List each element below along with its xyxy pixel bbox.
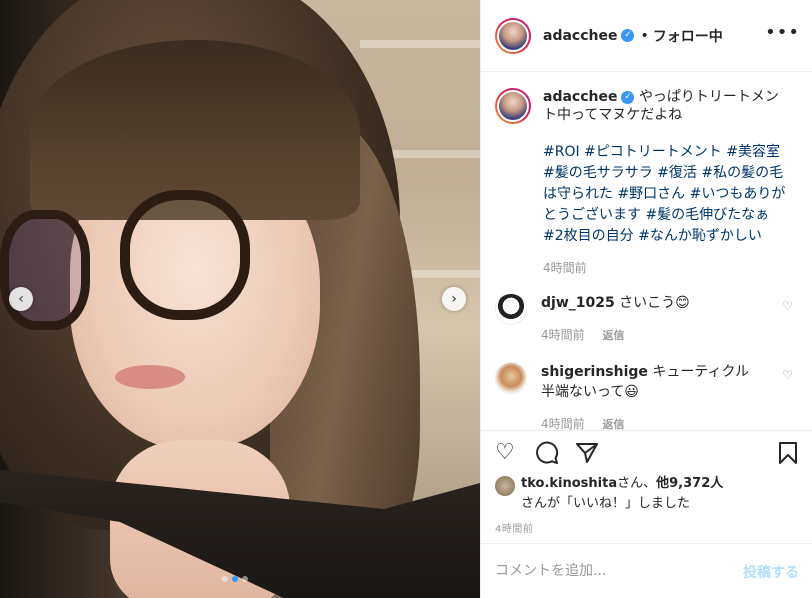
add-comment-bar: 投稿する	[481, 543, 812, 598]
likes-text: さん、	[617, 476, 657, 491]
carousel-prev-button[interactable]: ‹	[9, 287, 33, 311]
chevron-left-icon: ‹	[18, 291, 24, 307]
reply-button[interactable]: 返信	[602, 329, 624, 342]
verified-badge-icon: ✓	[621, 29, 635, 42]
comments-list[interactable]: adacchee ✓ やっぱりトリートメント中ってマヌケだよね #ROI #ピコト…	[481, 72, 812, 430]
carousel-dot	[222, 576, 228, 582]
comment-input[interactable]	[495, 560, 725, 582]
reply-button[interactable]: 返信	[602, 418, 624, 430]
likes-text: さんが「いいね！」しました	[521, 496, 691, 511]
comment-time[interactable]: 4時間前	[541, 417, 585, 430]
more-options-icon[interactable]: •••	[765, 22, 800, 43]
comment-time[interactable]: 4時間前	[541, 328, 585, 342]
photo-subject	[120, 190, 250, 320]
avatar[interactable]	[495, 362, 527, 394]
verified-badge-icon: ✓	[621, 90, 635, 104]
paper-plane-icon[interactable]	[575, 441, 599, 471]
carousel-next-button[interactable]: ›	[442, 287, 466, 311]
caption-time[interactable]: 4時間前	[543, 259, 789, 277]
likes-summary: tko.kinoshitaさん、他9,372人 さんが「いいね！」しました	[495, 474, 795, 514]
post-photo[interactable]: ‹ ›	[0, 0, 480, 598]
action-bar: ♡	[481, 430, 812, 474]
comment-username[interactable]: shigerinshige	[541, 364, 648, 380]
caption-hashtags[interactable]: #ROI #ピコトリートメント #美容室 #髪の毛サラサラ #復活 #私の髪の毛…	[543, 142, 789, 247]
photo-subject	[115, 365, 185, 389]
comment-item: shigerinshige キューティクル半端ないって😃 4時間前 返信 ♡	[495, 362, 797, 430]
post-side-panel: adacchee ✓ • フォロー中 ••• adacchee ✓ やっぱりトリー…	[480, 0, 812, 598]
avatar-image	[497, 19, 529, 52]
separator-dot: •	[640, 27, 649, 44]
comment-like-heart-icon[interactable]: ♡	[782, 368, 793, 382]
avatar[interactable]	[495, 476, 515, 496]
follow-button[interactable]: フォロー中	[653, 26, 723, 46]
avatar-image	[497, 90, 529, 122]
caption-username[interactable]: adacchee	[543, 89, 617, 105]
likes-count[interactable]: 他9,372人	[656, 476, 723, 491]
post-header: adacchee ✓ • フォロー中 •••	[481, 0, 812, 72]
caption: adacchee ✓ やっぱりトリートメント中ってマヌケだよね #ROI #ピコト…	[495, 88, 797, 277]
comment-bubble-icon[interactable]	[535, 441, 559, 471]
liker-username[interactable]: tko.kinoshita	[521, 476, 617, 491]
carousel-dot-active	[232, 576, 238, 582]
caption-body: adacchee ✓ やっぱりトリートメント中ってマヌケだよね #ROI #ピコト…	[543, 88, 789, 277]
comment-item: djw_1025 さいこう😊 4時間前 返信 ♡	[495, 293, 797, 346]
avatar[interactable]	[495, 293, 527, 325]
photo-subject	[0, 210, 90, 330]
bookmark-icon[interactable]	[777, 441, 799, 471]
post-comment-button[interactable]: 投稿する	[743, 562, 799, 582]
heart-icon[interactable]: ♡	[495, 441, 515, 465]
header-username[interactable]: adacchee	[543, 28, 617, 44]
avatar[interactable]	[495, 88, 531, 124]
comment-text: さいこう😊	[619, 295, 690, 311]
photo-background	[360, 40, 480, 48]
comment-like-heart-icon[interactable]: ♡	[782, 299, 793, 313]
carousel-indicator	[222, 576, 248, 582]
carousel-dot	[242, 576, 248, 582]
avatar[interactable]	[495, 17, 531, 54]
chevron-right-icon: ›	[451, 291, 457, 307]
comment-username[interactable]: djw_1025	[541, 295, 615, 311]
post-timestamp[interactable]: 4時間前	[495, 520, 533, 535]
